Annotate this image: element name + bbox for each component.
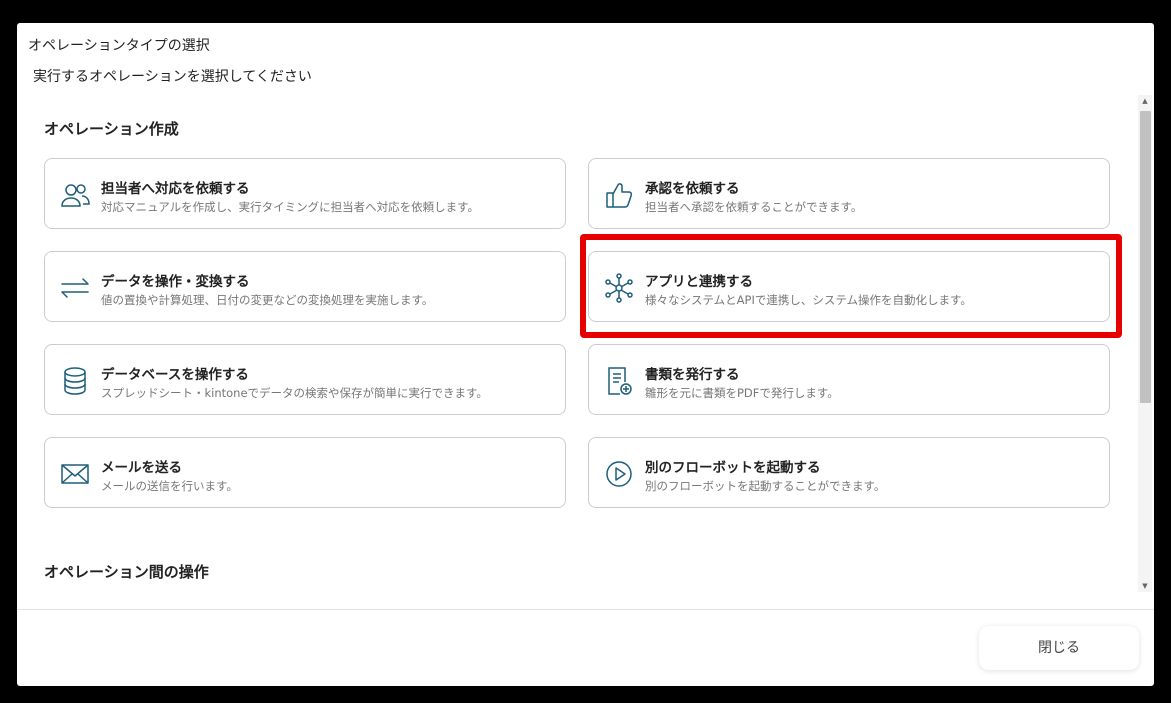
thumbs-up-icon: [603, 179, 635, 211]
card-title: 承認を依頼する: [645, 181, 740, 197]
card-description: スプレッドシート・kintoneでデータの検索や保存が簡単に実行できます。: [101, 386, 488, 400]
card-database[interactable]: データベースを操作する スプレッドシート・kintoneでデータの検索や保存が簡…: [44, 344, 566, 415]
scroll-down-arrow-icon[interactable]: ▼: [1138, 580, 1152, 592]
arrows-exchange-icon: [59, 272, 91, 304]
card-send-mail[interactable]: メールを送る メールの送信を行います。: [44, 437, 566, 508]
card-issue-document[interactable]: 書類を発行する 雛形を元に書類をPDFで発行します。: [588, 344, 1110, 415]
card-title: メールを送る: [101, 460, 182, 476]
dialog-subtitle: 実行するオペレーションを選択してください: [33, 69, 312, 85]
card-request-assignee[interactable]: 担当者へ対応を依頼する 対応マニュアルを作成し、実行タイミングに担当者へ対応を依…: [44, 158, 566, 229]
operation-list[interactable]: オペレーション作成 担当者へ対応を依頼する 対応マニュアルを作成し、実行タイミン…: [17, 93, 1154, 608]
people-icon: [59, 179, 91, 211]
play-circle-icon: [603, 458, 635, 490]
card-app-integration[interactable]: アプリと連携する 様々なシステムとAPIで連携し、システム操作を自動化します。: [588, 251, 1110, 322]
card-request-approval[interactable]: 承認を依頼する 担当者へ承認を依頼することができます。: [588, 158, 1110, 229]
footer-divider: [17, 609, 1154, 610]
card-title: データベースを操作する: [101, 367, 249, 383]
section-heading-between: オペレーション間の操作: [44, 563, 209, 581]
dialog-title: オペレーションタイプの選択: [28, 38, 210, 54]
card-launch-flowbot[interactable]: 別のフローボットを起動する 別のフローボットを起動することができます。: [588, 437, 1110, 508]
envelope-icon: [59, 458, 91, 490]
document-add-icon: [603, 365, 635, 397]
card-description: メールの送信を行います。: [101, 479, 238, 493]
card-description: 雛形を元に書類をPDFで発行します。: [645, 386, 839, 400]
card-transform-data[interactable]: データを操作・変換する 値の置換や計算処理、日付の変更などの変換処理を実施します…: [44, 251, 566, 322]
database-icon: [59, 365, 91, 397]
card-title: 書類を発行する: [645, 367, 740, 383]
card-title: 別のフローボットを起動する: [645, 460, 821, 476]
card-title: 担当者へ対応を依頼する: [101, 181, 250, 197]
card-description: 様々なシステムとAPIで連携し、システム操作を自動化します。: [645, 293, 972, 307]
network-hub-icon: [603, 272, 635, 304]
card-description: 対応マニュアルを作成し、実行タイミングに担当者へ対応を依頼します。: [101, 200, 480, 214]
operation-type-dialog: オペレーションタイプの選択 実行するオペレーションを選択してください オペレーシ…: [17, 23, 1154, 686]
scrollbar-thumb[interactable]: [1140, 111, 1151, 403]
card-description: 担当者へ承認を依頼することができます。: [645, 200, 863, 214]
close-button[interactable]: 閉じる: [979, 626, 1139, 670]
card-title: アプリと連携する: [645, 274, 753, 290]
section-heading-create: オペレーション作成: [44, 120, 179, 138]
card-title: データを操作・変換する: [101, 274, 250, 290]
scroll-up-arrow-icon[interactable]: ▲: [1138, 95, 1152, 107]
card-description: 値の置換や計算処理、日付の変更などの変換処理を実施します。: [101, 293, 434, 307]
card-description: 別のフローボットを起動することができます。: [645, 479, 886, 493]
vertical-scrollbar[interactable]: ▲ ▼: [1138, 95, 1152, 592]
